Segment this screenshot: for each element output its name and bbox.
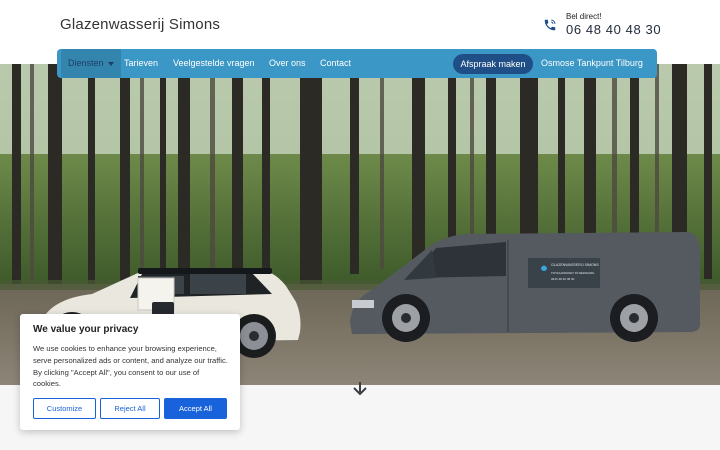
nav-item-diensten-label: Diensten — [68, 58, 104, 68]
phone-icon — [544, 19, 556, 31]
site-brand[interactable]: Glazenwasserij Simons — [60, 16, 220, 33]
svg-text:TOTAALPAKKET IN REINIGING: TOTAALPAKKET IN REINIGING — [551, 271, 595, 275]
svg-text:GLAZENWASSERIJ SIMONS: GLAZENWASSERIJ SIMONS — [551, 263, 599, 267]
reject-all-button[interactable]: Reject All — [100, 398, 160, 419]
afspraak-maken-button[interactable]: Afspraak maken — [453, 54, 533, 74]
nav-item-tarieven[interactable]: Tarieven — [124, 49, 158, 78]
main-nav: Diensten Tarieven Veelgestelde vragen Ov… — [57, 49, 657, 78]
cookie-consent-banner: We value your privacy We use cookies to … — [20, 314, 240, 430]
cookie-title: We value your privacy — [33, 324, 139, 335]
svg-text:0615 48 40 48 30: 0615 48 40 48 30 — [551, 277, 575, 281]
nav-item-faq[interactable]: Veelgestelde vragen — [173, 49, 255, 78]
phone-caption: Bel direct! — [566, 12, 602, 21]
nav-item-diensten[interactable]: Diensten — [61, 49, 121, 78]
phone-number-link[interactable]: 06 48 40 48 30 — [566, 22, 661, 37]
cookie-text: We use cookies to enhance your browsing … — [33, 344, 228, 389]
caret-down-icon — [107, 61, 114, 66]
accept-all-button[interactable]: Accept All — [164, 398, 227, 419]
nav-item-osmose-tankpunt[interactable]: Osmose Tankpunt Tilburg — [541, 49, 643, 78]
nav-item-over-ons[interactable]: Over ons — [269, 49, 306, 78]
nav-item-contact[interactable]: Contact — [320, 49, 351, 78]
arrow-down-icon[interactable] — [342, 378, 378, 404]
customize-button[interactable]: Customize — [33, 398, 96, 419]
